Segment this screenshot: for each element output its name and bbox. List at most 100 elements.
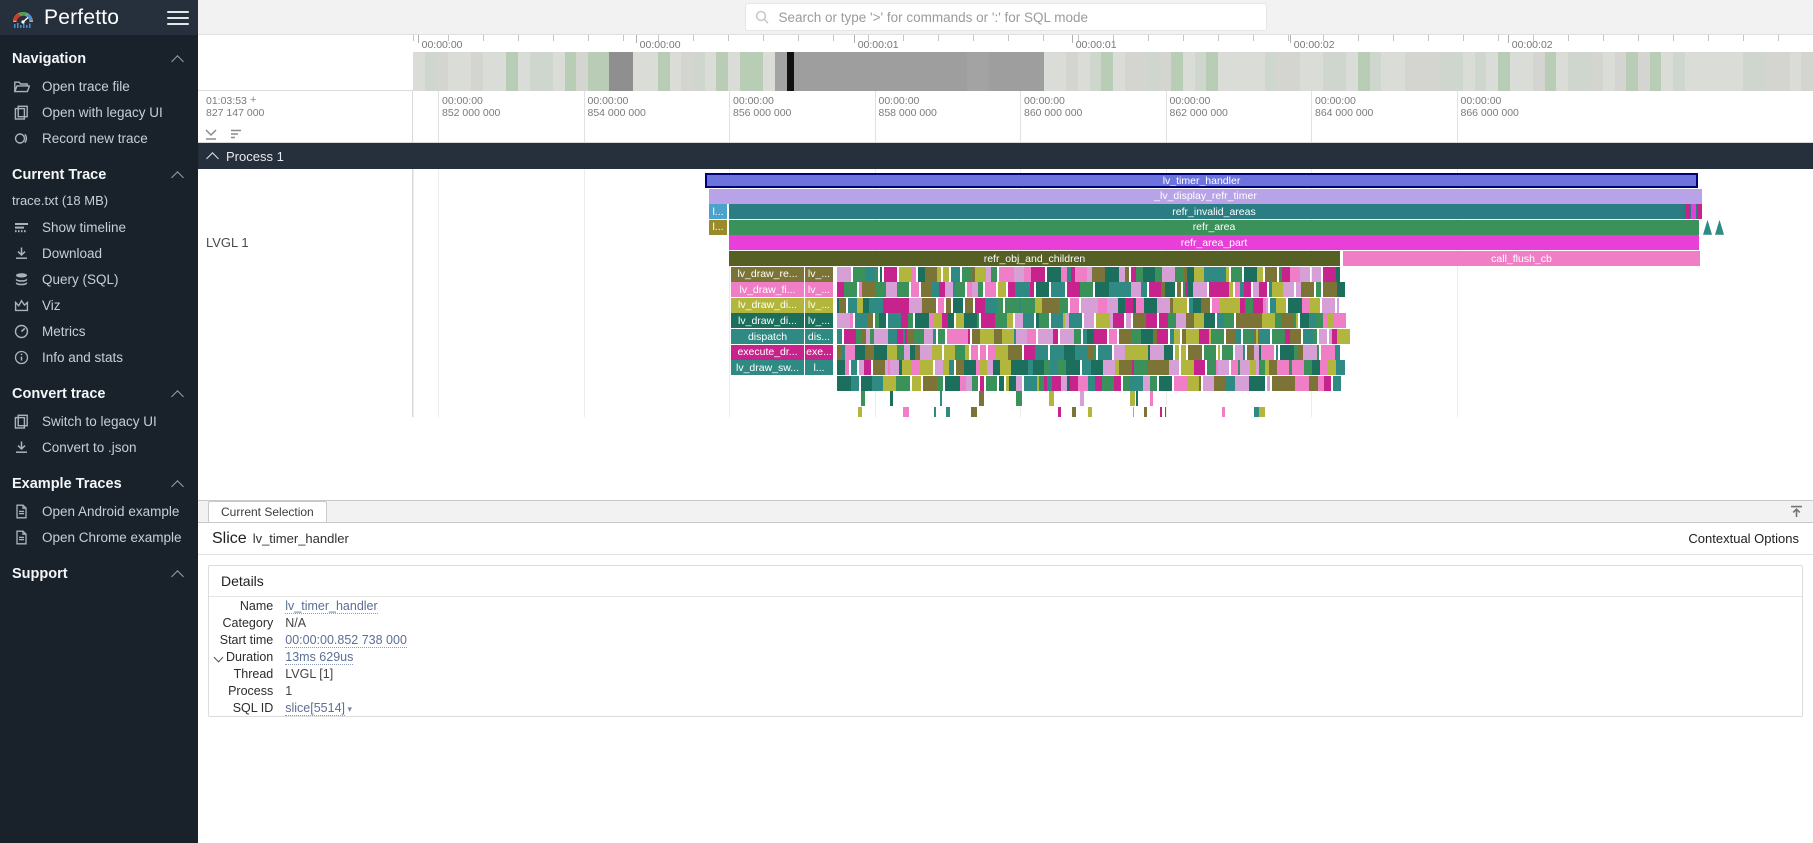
timeline-slice[interactable] bbox=[1204, 345, 1216, 360]
chevron-down-icon[interactable]: ▾ bbox=[345, 704, 352, 714]
timeline-slice[interactable] bbox=[1014, 267, 1024, 282]
timeline-slice[interactable] bbox=[999, 376, 1004, 391]
timeline-slice[interactable] bbox=[914, 329, 924, 344]
timeline-slice[interactable] bbox=[895, 267, 897, 282]
timeline-slice[interactable] bbox=[1193, 298, 1201, 313]
timeline-slice[interactable] bbox=[874, 345, 887, 360]
timeline-slice[interactable] bbox=[837, 376, 851, 391]
timeline-slice[interactable] bbox=[1218, 267, 1226, 282]
timeline-slice[interactable] bbox=[1228, 298, 1240, 313]
timeline-slice[interactable] bbox=[851, 360, 857, 375]
timeline-slice[interactable]: _lv_display_refr_timer bbox=[709, 189, 1702, 204]
timeline-slice[interactable] bbox=[1266, 298, 1268, 313]
timeline-slice[interactable] bbox=[1130, 391, 1135, 406]
timeline-slice[interactable] bbox=[1177, 282, 1181, 297]
timeline-slice[interactable] bbox=[1119, 360, 1132, 375]
timeline-slice[interactable] bbox=[945, 282, 953, 297]
timeline-slice[interactable] bbox=[1038, 329, 1045, 344]
timeline-slice[interactable] bbox=[1259, 282, 1267, 297]
timeline-slice[interactable] bbox=[1015, 313, 1023, 328]
timeline-slice[interactable] bbox=[1131, 282, 1141, 297]
timeline-slice[interactable] bbox=[1136, 391, 1138, 406]
timeline-slice[interactable]: dis... bbox=[805, 329, 833, 344]
timeline-slice[interactable] bbox=[1087, 329, 1094, 344]
timeline-slice[interactable] bbox=[887, 345, 897, 360]
timeline-slice[interactable] bbox=[1027, 329, 1036, 344]
timeline-slice[interactable] bbox=[1085, 298, 1098, 313]
timeline-slice[interactable] bbox=[1181, 345, 1186, 360]
timeline-slice[interactable] bbox=[876, 282, 886, 297]
timeline-slice[interactable] bbox=[1175, 267, 1184, 282]
timeline-slice[interactable] bbox=[837, 313, 850, 328]
timeline-slice[interactable] bbox=[1337, 298, 1339, 313]
track-shell[interactable]: LVGL 1 bbox=[198, 169, 413, 417]
timeline-slice[interactable] bbox=[1078, 376, 1088, 391]
timeline-slice[interactable] bbox=[1133, 407, 1134, 417]
timeline-slice[interactable] bbox=[1107, 267, 1119, 282]
sidebar-item-open-chrome-example[interactable]: Open Chrome example bbox=[0, 524, 198, 550]
timeline-slice[interactable]: call_flush_cb bbox=[1343, 251, 1700, 266]
timeline-slice[interactable] bbox=[1281, 313, 1294, 328]
timeline-slice[interactable] bbox=[923, 376, 937, 391]
timeline-slice[interactable] bbox=[938, 298, 944, 313]
timeline-slice[interactable] bbox=[880, 267, 882, 282]
timeline-slice[interactable] bbox=[1074, 329, 1081, 344]
timeline-slice[interactable] bbox=[1222, 407, 1225, 417]
chevron-down-icon[interactable] bbox=[215, 653, 224, 662]
timeline-slice[interactable] bbox=[1005, 298, 1019, 313]
timeline-slice[interactable] bbox=[1304, 360, 1312, 375]
timeline-slice[interactable] bbox=[1285, 376, 1295, 391]
timeline-slice[interactable] bbox=[1058, 282, 1065, 297]
timeline-slice[interactable] bbox=[837, 360, 845, 375]
timeline-slice[interactable] bbox=[1053, 329, 1058, 344]
timeline-slice[interactable] bbox=[1253, 376, 1265, 391]
sidebar-item-open-android-example[interactable]: Open Android example bbox=[0, 498, 198, 524]
timeline-slice[interactable] bbox=[1209, 282, 1218, 297]
timeline-slice[interactable] bbox=[1133, 313, 1146, 328]
timeline-slice[interactable] bbox=[964, 360, 974, 375]
timeline-slice[interactable] bbox=[1226, 267, 1229, 282]
timeline-slice[interactable] bbox=[981, 313, 995, 328]
timeline-slice[interactable] bbox=[902, 360, 911, 375]
timeline-slice[interactable]: lv_draw_di... bbox=[731, 313, 804, 328]
timeline-slice[interactable] bbox=[1229, 282, 1233, 297]
timeline-slice[interactable] bbox=[1143, 267, 1155, 282]
timeline-slice[interactable]: lv_draw_sw... bbox=[731, 360, 804, 375]
timeline-slice[interactable] bbox=[955, 282, 965, 297]
details-value-text[interactable]: 00:00:00.852 738 000 bbox=[285, 633, 407, 648]
timeline-slice[interactable] bbox=[1174, 329, 1180, 344]
timeline-slice[interactable] bbox=[1159, 313, 1168, 328]
timeline-slice[interactable] bbox=[1080, 391, 1084, 406]
timeline-slice[interactable] bbox=[1205, 298, 1210, 313]
timeline-slice[interactable] bbox=[1088, 376, 1095, 391]
timeline-slice[interactable] bbox=[1075, 267, 1087, 282]
timeline-slice[interactable] bbox=[1057, 360, 1066, 375]
timeline-slice[interactable] bbox=[855, 345, 865, 360]
timeline-slice[interactable] bbox=[1269, 360, 1277, 375]
timeline-slice[interactable] bbox=[837, 282, 844, 297]
timeline-slice[interactable] bbox=[873, 360, 885, 375]
timeline-slice[interactable] bbox=[837, 329, 842, 344]
timeline-slice[interactable] bbox=[978, 282, 983, 297]
timeline-slice[interactable] bbox=[1316, 313, 1323, 328]
timeline-slice[interactable] bbox=[964, 313, 977, 328]
timeline-slice[interactable] bbox=[1052, 376, 1061, 391]
timeline-slice[interactable] bbox=[890, 391, 893, 406]
timeline-slice[interactable] bbox=[1235, 376, 1249, 391]
timeline-slice[interactable] bbox=[839, 298, 846, 313]
timeline-slice[interactable]: l... bbox=[805, 360, 833, 375]
timeline-slice[interactable] bbox=[1084, 313, 1094, 328]
timeline-slice[interactable] bbox=[862, 282, 876, 297]
timeline-slice[interactable] bbox=[1335, 345, 1340, 360]
timeline-slice[interactable] bbox=[1245, 298, 1253, 313]
sidebar-item-convert-to-json[interactable]: Convert to .json bbox=[0, 434, 198, 460]
timeline-slice[interactable] bbox=[884, 267, 895, 282]
timeline-slice[interactable] bbox=[980, 376, 984, 391]
timeline-slice[interactable] bbox=[1135, 345, 1148, 360]
timeline-slice[interactable]: lv_... bbox=[805, 313, 833, 328]
timeline-slice[interactable] bbox=[1141, 329, 1153, 344]
timeline-slice[interactable] bbox=[1247, 345, 1254, 360]
timeline-slice[interactable] bbox=[1220, 298, 1228, 313]
timeline-slice[interactable] bbox=[850, 313, 853, 328]
timeline-slice[interactable] bbox=[1235, 329, 1241, 344]
